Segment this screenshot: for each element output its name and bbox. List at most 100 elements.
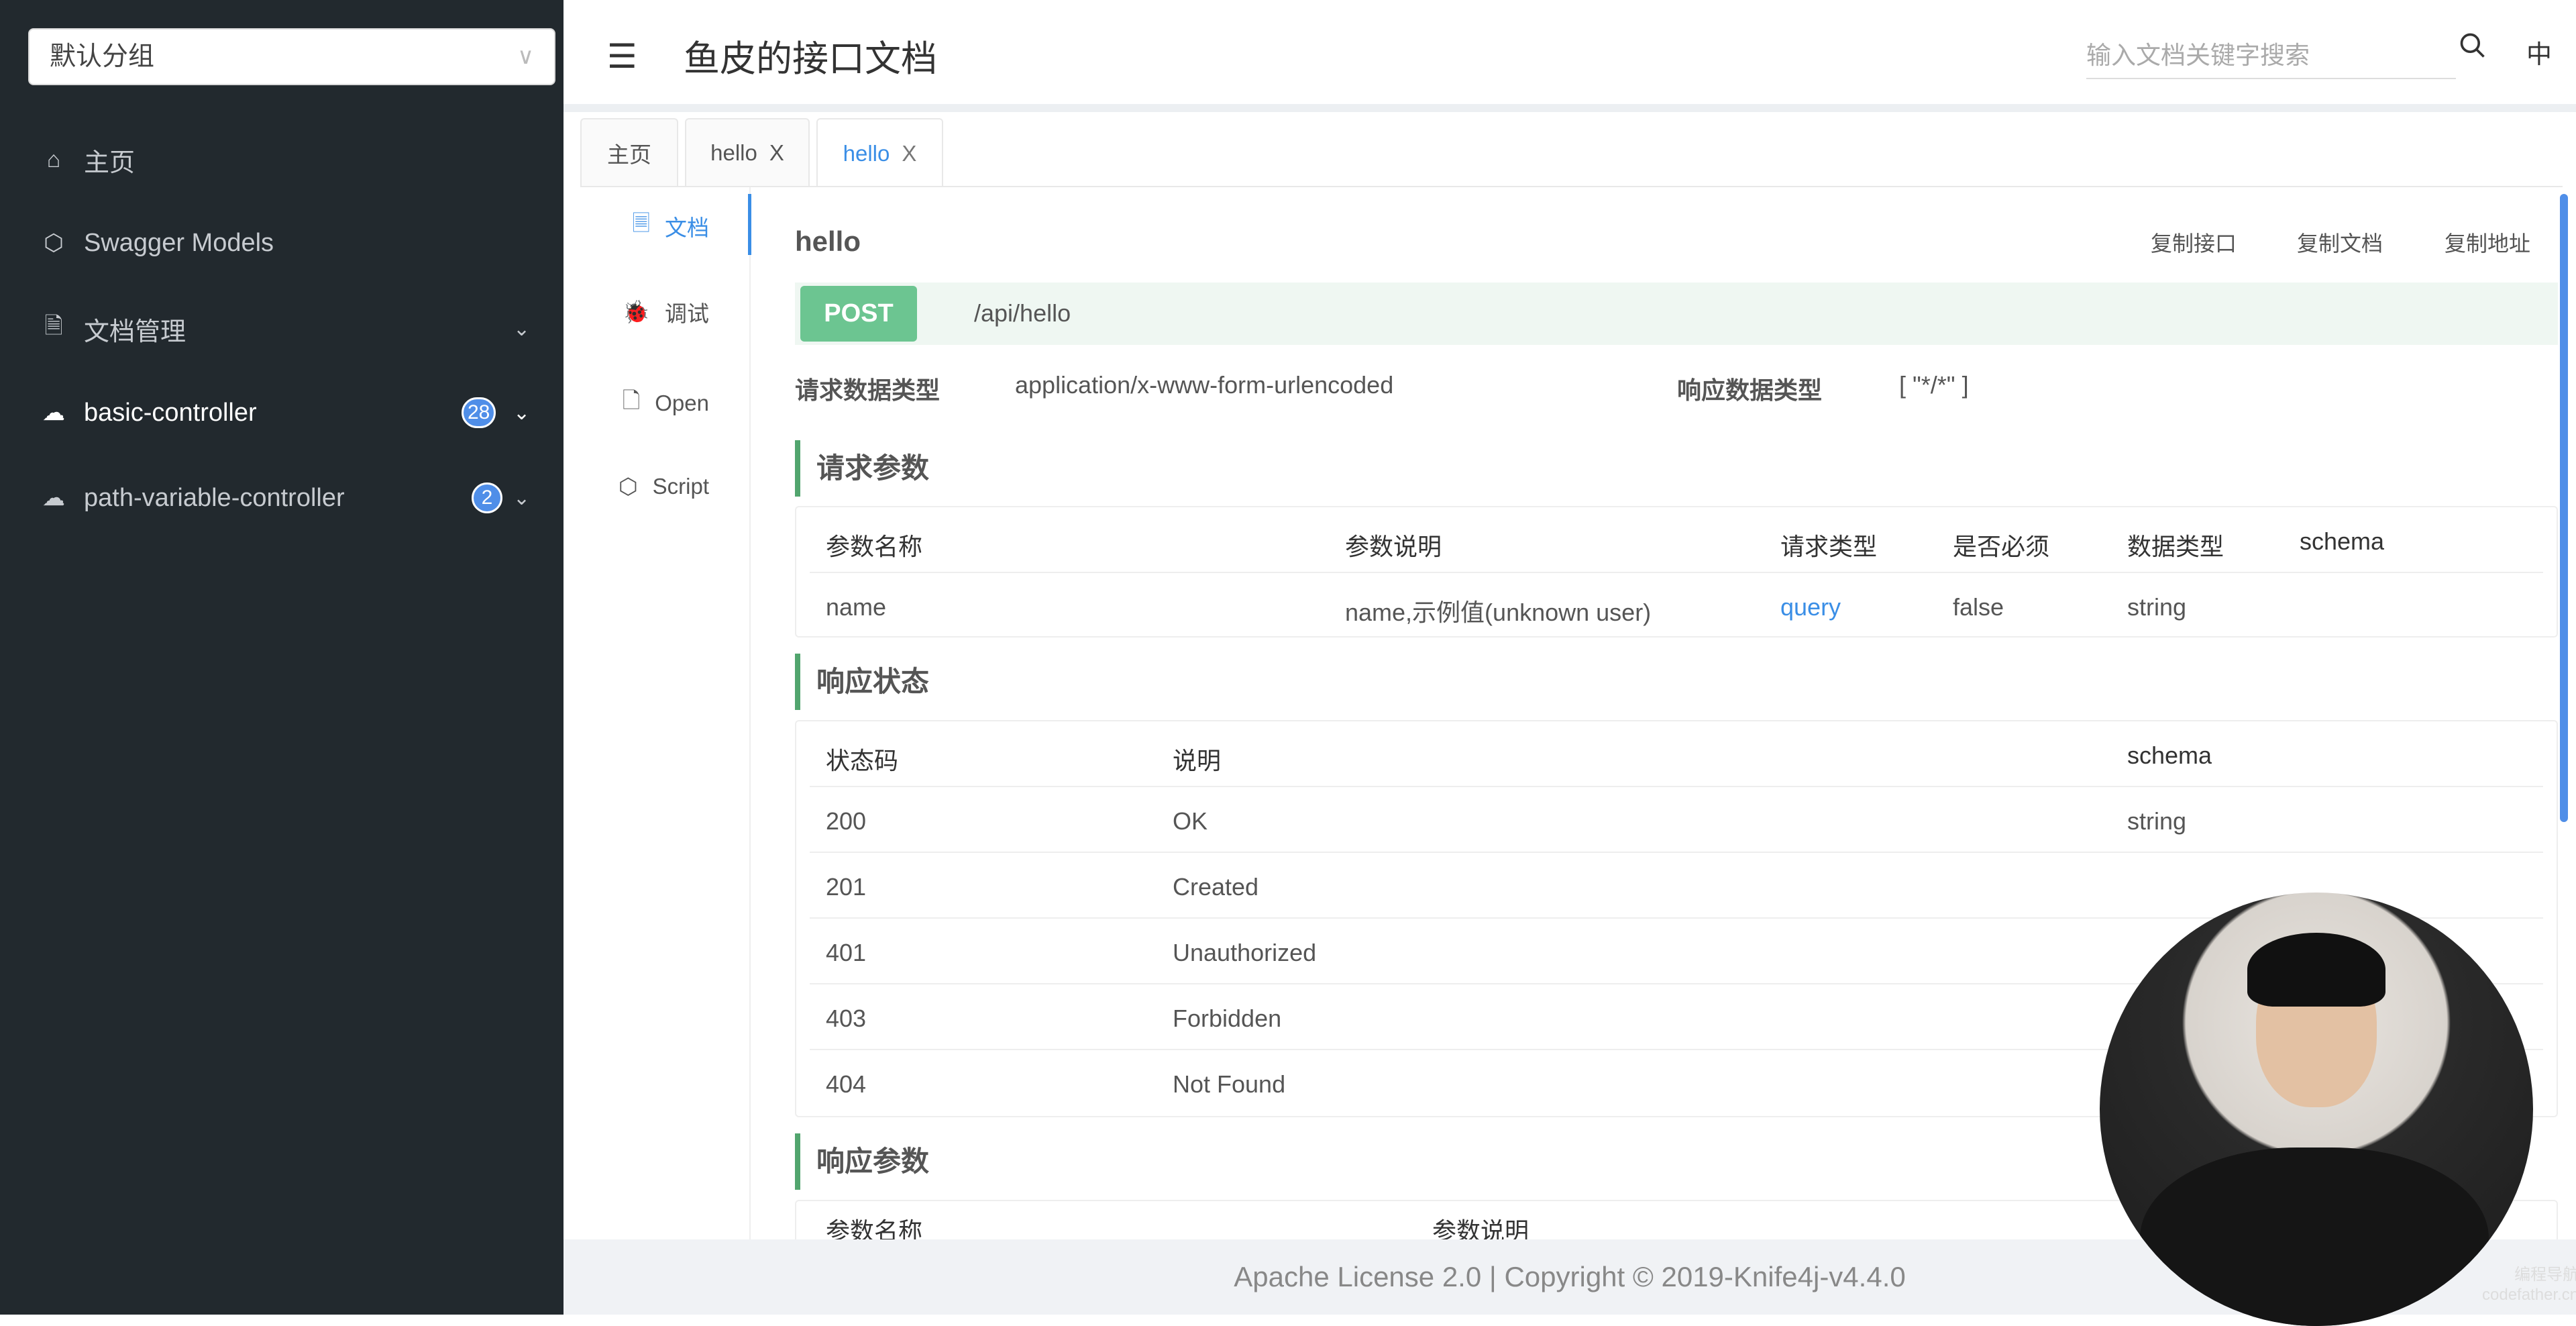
scrollbar[interactable] [2560, 194, 2568, 822]
chevron-down-icon: ⌄ [513, 317, 530, 341]
sidebar-item-basic-controller[interactable]: ☁ basic-controller 28 ⌄ [0, 379, 564, 446]
copy-doc-button[interactable]: 复制文档 [2297, 227, 2383, 258]
group-select[interactable]: 默认分组 ∨ [28, 28, 555, 85]
table-cell: 404 [826, 1070, 866, 1099]
column-header: 参数名称 [826, 527, 922, 562]
docnav-label: 调试 [665, 296, 709, 328]
table-cell: name [826, 593, 886, 621]
resp-type-value: [ "*/*" ] [1899, 371, 1969, 399]
column-header: 状态码 [826, 742, 898, 776]
sidebar-item-path-variable-controller[interactable]: ☁ path-variable-controller 2 ⌄ [0, 464, 564, 531]
api-path: /api/hello [974, 299, 1071, 327]
resp-type-label: 响应数据类型 [1677, 371, 1822, 406]
sidebar-item-swagger-models[interactable]: ⬡ Swagger Models [0, 209, 564, 276]
language-toggle[interactable]: 中 [2526, 34, 2552, 70]
group-select-value: 默认分组 [50, 42, 154, 71]
docnav-doc[interactable]: 🗏 文档 [632, 207, 709, 245]
divider [580, 186, 2563, 187]
menu-fold-icon[interactable]: ☰ [607, 37, 637, 76]
active-indicator [748, 194, 751, 255]
column-header: schema [2127, 742, 2212, 770]
doc-nav: 🗏 文档 🐞 调试 🗋 Open ⬡ Script [567, 187, 751, 1239]
chevron-down-icon: ⌄ [513, 401, 530, 425]
req-type-value: application/x-www-form-urlencoded [1015, 371, 1393, 399]
docnav-label: 文档 [665, 210, 709, 242]
method-badge: POST [800, 286, 917, 342]
count-badge: 28 [462, 397, 496, 428]
sidebar-item-label: 文档管理 [84, 311, 186, 348]
chevron-down-icon: ∨ [517, 30, 534, 84]
sidebar-item-label: Swagger Models [84, 229, 274, 258]
table-row: 200 OK string [810, 787, 2543, 853]
docnav-debug[interactable]: 🐞 调试 [623, 296, 709, 328]
column-header: schema [2300, 527, 2384, 556]
swagger-icon: ⬡ [40, 230, 67, 256]
table-header-row: 参数名称 参数说明 请求类型 是否必须 数据类型 schema [810, 507, 2543, 573]
page-title: 鱼皮的接口文档 [684, 29, 937, 82]
table-cell: OK [1173, 807, 1208, 835]
section-title: 响应参数 [795, 1133, 929, 1190]
table-cell: 401 [826, 939, 866, 967]
tab-label: hello [710, 140, 757, 166]
req-type-label: 请求数据类型 [795, 371, 940, 406]
tab-hello-active[interactable]: hello X [816, 118, 943, 187]
api-name: hello [795, 225, 861, 258]
table-header-row: 状态码 说明 schema [810, 721, 2543, 787]
close-icon[interactable]: X [769, 140, 784, 166]
section-title: 请求参数 [795, 440, 929, 497]
table-cell: string [2127, 593, 2186, 621]
sidebar: 默认分组 ∨ ⌂ 主页 ⬡ Swagger Models 🗎 文档管理 ⌄ ☁ … [0, 0, 564, 1315]
table-cell: Created [1173, 873, 1258, 901]
docnav-script[interactable]: ⬡ Script [619, 473, 709, 499]
doc-settings-icon: 🗎 [40, 310, 67, 348]
search-icon[interactable] [2458, 31, 2487, 60]
column-header: 是否必须 [1953, 527, 2049, 562]
bug-icon: 🐞 [623, 299, 650, 325]
column-header: 参数说明 [1345, 527, 1442, 562]
api-cloud-icon: ☁ [40, 484, 67, 511]
table-cell: string [2127, 807, 2186, 835]
table-row: name name,示例值(unknown user) query false … [810, 573, 2543, 639]
sidebar-item-label: path-variable-controller [84, 484, 345, 513]
tab-label: 主页 [607, 137, 651, 169]
home-icon: ⌂ [40, 147, 67, 173]
copy-api-button[interactable]: 复制接口 [2151, 227, 2237, 258]
search-input[interactable] [2086, 34, 2456, 79]
file-icon: 🗋 [623, 385, 641, 422]
request-params-table: 参数名称 参数说明 请求类型 是否必须 数据类型 schema name nam… [795, 506, 2558, 638]
watermark: 编程导航codefather.cn [2482, 1265, 2576, 1305]
table-cell: 201 [826, 873, 866, 901]
tab-home[interactable]: 主页 [580, 118, 678, 186]
codepen-icon: ⬡ [619, 473, 638, 499]
chevron-down-icon: ⌄ [513, 487, 530, 510]
docnav-label: Script [653, 474, 709, 499]
divider [564, 104, 2576, 112]
watermark-line: 编程导航 [2482, 1265, 2576, 1285]
table-cell: query [1780, 593, 1841, 621]
table-cell: Not Found [1173, 1070, 1285, 1099]
docnav-label: Open [655, 391, 709, 416]
sidebar-item-label: 主页 [84, 142, 135, 178]
sidebar-item-home[interactable]: ⌂ 主页 [0, 126, 564, 193]
sidebar-item-doc-management[interactable]: 🗎 文档管理 ⌄ [0, 295, 564, 362]
table-cell: Forbidden [1173, 1005, 1281, 1033]
table-cell: false [1953, 593, 2004, 621]
close-icon[interactable]: X [902, 141, 916, 166]
document-icon: 🗏 [632, 207, 650, 245]
table-cell: 403 [826, 1005, 866, 1033]
table-cell: 200 [826, 807, 866, 835]
count-badge: 2 [472, 482, 502, 513]
section-title: 响应状态 [795, 654, 929, 710]
copy-url-button[interactable]: 复制地址 [2445, 227, 2530, 258]
docnav-open[interactable]: 🗋 Open [623, 385, 709, 422]
watermark-line: codefather.cn [2482, 1285, 2576, 1305]
presenter-body [2140, 1148, 2489, 1326]
table-cell: Unauthorized [1173, 939, 1316, 967]
webcam-overlay [2100, 892, 2533, 1326]
tab-hello[interactable]: hello X [685, 118, 810, 186]
column-header: 数据类型 [2127, 527, 2224, 562]
sidebar-item-label: basic-controller [84, 399, 257, 427]
column-header: 请求类型 [1780, 527, 1877, 562]
tab-label: hello [843, 141, 890, 166]
presenter-hair [2247, 933, 2385, 1007]
